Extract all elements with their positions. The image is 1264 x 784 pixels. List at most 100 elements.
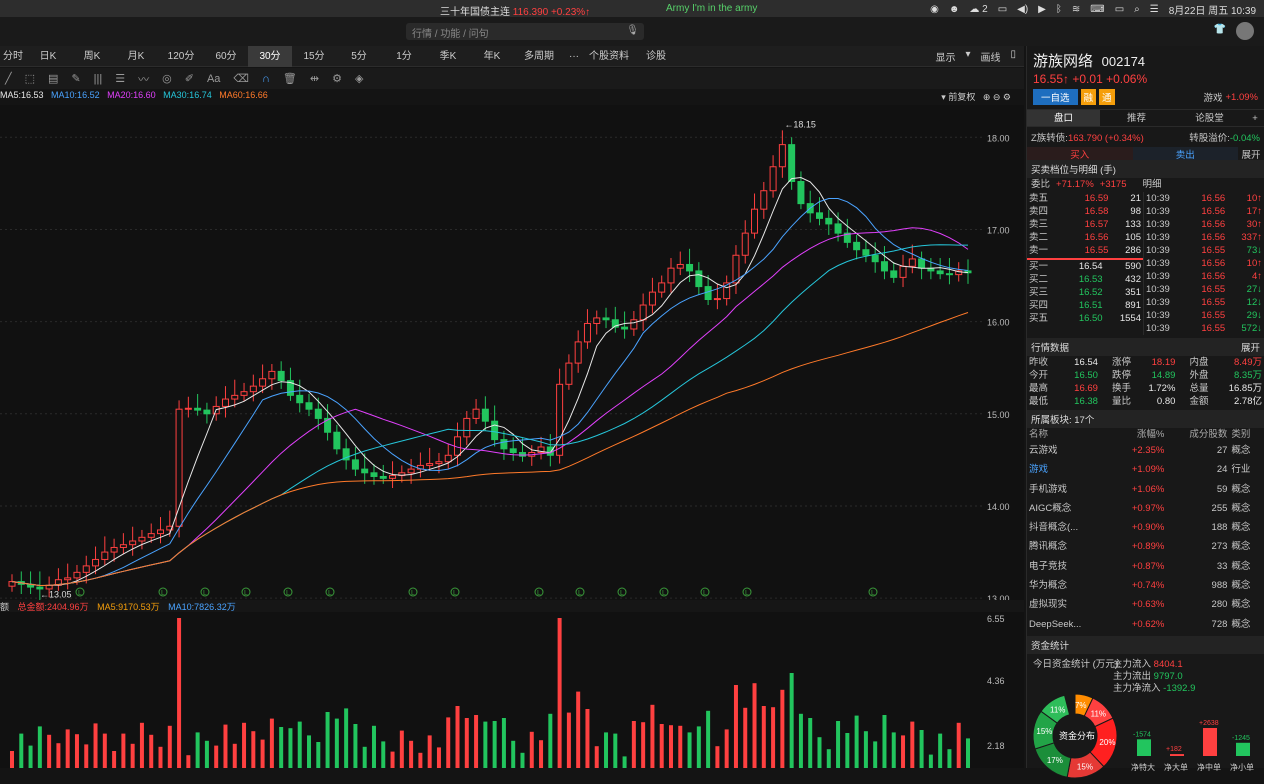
- volume-bar: [409, 740, 414, 768]
- volume-bar: [836, 721, 841, 768]
- draw-line-button[interactable]: 画线: [980, 49, 1000, 64]
- trash-icon[interactable]: 🗑: [283, 72, 297, 85]
- vpn-icon[interactable]: ◉: [930, 4, 939, 15]
- play-icon[interactable]: ▶: [1038, 4, 1046, 15]
- mic-icon[interactable]: 🎙: [626, 25, 639, 36]
- tab-period[interactable]: 多周期: [514, 46, 564, 67]
- display-menu[interactable]: 显示: [935, 49, 955, 64]
- text-tool-icon[interactable]: Aa: [207, 73, 220, 85]
- search-input[interactable]: 行情 / 功能 / 问句 🎙: [406, 23, 644, 40]
- spotlight-icon[interactable]: ⌕: [1134, 4, 1140, 15]
- plate-row[interactable]: DeepSeek... +0.62% 728 概念: [1027, 615, 1264, 634]
- cat-icon[interactable]: ☻: [949, 4, 960, 15]
- rect-tool-icon[interactable]: ⬚: [25, 72, 35, 85]
- now-playing[interactable]: Army I'm in the army: [666, 3, 757, 14]
- shirt-icon[interactable]: 👕: [1214, 24, 1226, 35]
- tab-pankou[interactable]: 盘口: [1027, 110, 1100, 126]
- input-method-icon[interactable]: ⌨: [1090, 4, 1104, 15]
- stats-row: 昨收 16.54 涨停 18.19 内盘 8.49万: [1027, 356, 1264, 369]
- battery-icon[interactable]: ▭: [1115, 4, 1124, 15]
- candle-body: [444, 454, 452, 463]
- plate-row[interactable]: AIGC概念 +0.97% 255 概念: [1027, 499, 1264, 518]
- buy-button[interactable]: 买入: [1027, 147, 1133, 161]
- volume-icon[interactable]: ◀): [1017, 4, 1028, 15]
- display-icon[interactable]: ▭: [998, 4, 1007, 15]
- adjust-selector[interactable]: ▾ 前复权 ⊕ ⊖ ⚙: [941, 90, 1011, 103]
- fund-bar: [1170, 754, 1184, 756]
- avatar[interactable]: [1236, 22, 1254, 40]
- tab-period[interactable]: 60分: [204, 46, 248, 67]
- volume-bar: [10, 751, 14, 768]
- vol-ma5: MA5:9170.53万: [97, 602, 160, 612]
- low-label: ←13.05: [40, 590, 72, 600]
- split-icon[interactable]: ⇹: [310, 72, 319, 85]
- clock[interactable]: 8月22日 周五 10:39: [1169, 2, 1256, 17]
- volume-chart[interactable]: 6.55 4.36 2.18: [0, 612, 1024, 768]
- plate-header[interactable]: 类别: [1229, 428, 1264, 441]
- list-tool-icon[interactable]: ☰: [115, 72, 125, 85]
- plate-row[interactable]: 游戏 +1.09% 24 行业: [1027, 460, 1264, 479]
- plate-row[interactable]: 电子竞技 +0.87% 33 概念: [1027, 557, 1264, 576]
- layers-icon[interactable]: ◈: [355, 72, 363, 85]
- tab-period[interactable]: 1分: [382, 46, 426, 67]
- plate-row[interactable]: 手机游戏 +1.06% 59 概念: [1027, 480, 1264, 499]
- add-watchlist-button[interactable]: 一自选: [1033, 89, 1078, 105]
- tab-recommend[interactable]: 推荐: [1100, 110, 1173, 126]
- expand-button[interactable]: 展开: [1238, 147, 1264, 161]
- line-tool-icon[interactable]: ╱: [5, 72, 12, 85]
- stats-expand[interactable]: 展开: [1241, 340, 1260, 354]
- candle-body: [676, 263, 684, 269]
- fund-pie: 7% 11% 20% 15% 17% 15% 11% 资金分布: [1032, 693, 1118, 779]
- brush-tool-icon[interactable]: ✐: [185, 72, 194, 85]
- tab-period[interactable]: 年K: [470, 46, 514, 67]
- tab-period[interactable]: 季K: [426, 46, 470, 67]
- wifi-icon[interactable]: ≋: [1072, 4, 1080, 15]
- tab-period[interactable]: 5分: [336, 46, 382, 67]
- settings-icon[interactable]: ⚙: [332, 72, 342, 85]
- kline-chart[interactable]: 18.0017.0016.0015.0014.0013.00←18.15←13.…: [0, 105, 1024, 600]
- magnet-icon[interactable]: ∩: [262, 73, 270, 85]
- tab-period[interactable]: ···: [564, 46, 584, 67]
- sector-name[interactable]: 游戏: [1203, 90, 1222, 104]
- tab-period[interactable]: 15分: [292, 46, 336, 67]
- plate-row[interactable]: 抖音概念(... +0.90% 188 概念: [1027, 518, 1264, 537]
- tab-period[interactable]: 分时: [0, 46, 26, 67]
- bid-row-cell: 16.52: [1078, 287, 1103, 298]
- tab-period[interactable]: 个股资料: [584, 46, 634, 67]
- plate-row[interactable]: 云游戏 +2.35% 27 概念: [1027, 441, 1264, 460]
- plate-row[interactable]: 华为概念 +0.74% 988 概念: [1027, 576, 1264, 595]
- tab-period[interactable]: 月K: [114, 46, 158, 67]
- plate-header[interactable]: 成分股数: [1166, 428, 1229, 441]
- candle-body: [231, 394, 239, 400]
- plate-header[interactable]: 名称: [1027, 428, 1112, 441]
- wave-tool-icon[interactable]: 〰: [138, 71, 149, 87]
- tab-period[interactable]: 周K: [70, 46, 114, 67]
- plate-row[interactable]: 腾讯概念 +0.89% 273 概念: [1027, 537, 1264, 556]
- tab-period[interactable]: 诊股: [634, 46, 678, 67]
- eraser-icon[interactable]: ⌫: [233, 72, 249, 85]
- cycle-tool-icon[interactable]: ◎: [162, 72, 172, 85]
- bond-ticker[interactable]: 三十年国债主连 116.390 +0.23%↑: [440, 3, 590, 18]
- pen-tool-icon[interactable]: ✎: [71, 72, 80, 85]
- tab-period[interactable]: 120分: [158, 46, 204, 67]
- tab-period[interactable]: 30分: [248, 45, 292, 67]
- tick-row-cell: 10:39: [1146, 297, 1170, 308]
- fib-tool-icon[interactable]: ▤: [48, 72, 58, 85]
- detail-label[interactable]: 明细: [1142, 178, 1161, 192]
- wechat-icon[interactable]: ☁ 2: [969, 4, 987, 15]
- weibi-label: 委比: [1031, 179, 1051, 190]
- sell-button[interactable]: 卖出: [1132, 147, 1238, 161]
- volume-bar: [724, 729, 729, 768]
- control-center-icon[interactable]: ☰: [1150, 4, 1159, 15]
- bars-tool-icon[interactable]: |||: [94, 73, 103, 85]
- add-tab-icon[interactable]: +: [1246, 110, 1264, 126]
- plate-header[interactable]: 涨幅%: [1112, 428, 1167, 441]
- tab-period[interactable]: 日K: [26, 46, 70, 67]
- ask-row: 卖四 16.58 98: [1027, 205, 1143, 218]
- dropdown-icon[interactable]: ▾: [965, 49, 970, 64]
- bid-row-cell: 351: [1125, 287, 1141, 298]
- bluetooth-icon[interactable]: ᛒ: [1056, 4, 1062, 15]
- plate-row[interactable]: 虚拟现实 +0.63% 280 概念: [1027, 595, 1264, 614]
- tab-forum[interactable]: 论股堂: [1173, 110, 1246, 126]
- sidebar-toggle-icon[interactable]: ▯: [1010, 49, 1016, 64]
